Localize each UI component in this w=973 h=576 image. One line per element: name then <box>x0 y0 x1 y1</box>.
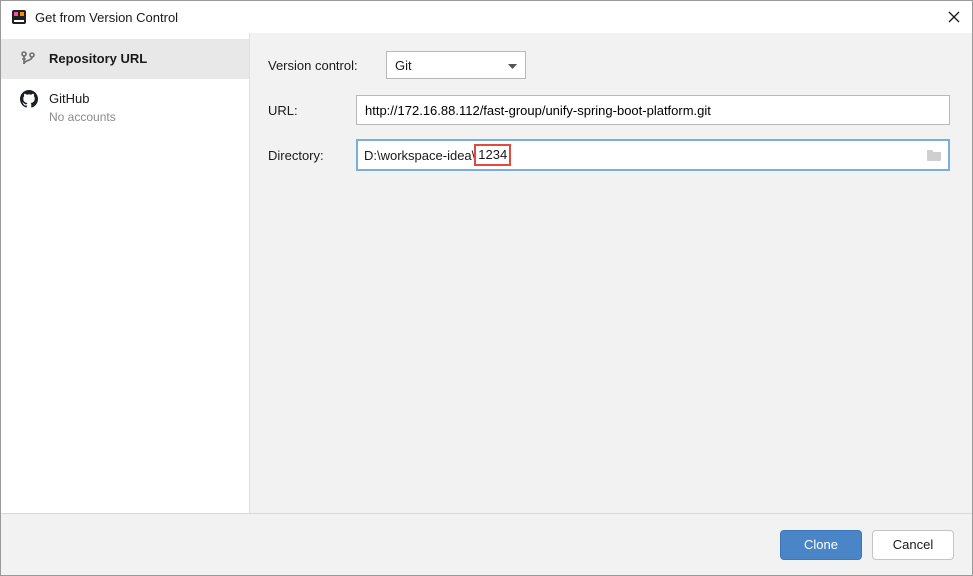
row-url: URL: <box>268 95 950 125</box>
branch-icon <box>19 49 39 69</box>
sidebar-item-label: GitHub <box>49 89 116 106</box>
sidebar-item-sublabel: No accounts <box>49 110 116 124</box>
clone-button[interactable]: Clone <box>780 530 862 560</box>
url-label: URL: <box>268 103 356 118</box>
browse-button[interactable] <box>920 141 948 169</box>
close-button[interactable] <box>946 9 962 25</box>
window-title: Get from Version Control <box>35 10 946 25</box>
directory-prefix: D:\workspace-idea\ <box>364 148 475 163</box>
sidebar-item-repository-url[interactable]: Repository URL <box>1 39 249 79</box>
chevron-down-icon <box>508 58 517 73</box>
row-version-control: Version control: Git <box>268 51 950 79</box>
sidebar-item-label: Repository URL <box>49 49 147 66</box>
folder-icon <box>926 148 942 162</box>
directory-highlight: 1234 <box>474 144 511 166</box>
sidebar: Repository URL GitHub No accounts <box>1 33 250 513</box>
row-directory: Directory: D:\workspace-idea\1234 <box>268 139 950 171</box>
cancel-button[interactable]: Cancel <box>872 530 954 560</box>
footer: Clone Cancel <box>1 513 972 575</box>
directory-label: Directory: <box>268 148 356 163</box>
app-icon <box>11 9 27 25</box>
main-area: Repository URL GitHub No accounts Versio… <box>1 33 972 513</box>
titlebar: Get from Version Control <box>1 1 972 33</box>
version-control-value: Git <box>395 58 508 73</box>
version-control-select[interactable]: Git <box>386 51 526 79</box>
content-panel: Version control: Git URL: Directory: D:\… <box>250 33 972 513</box>
directory-input[interactable]: D:\workspace-idea\1234 <box>356 139 950 171</box>
close-icon <box>948 11 960 23</box>
version-control-label: Version control: <box>268 58 386 73</box>
url-input[interactable] <box>356 95 950 125</box>
github-icon <box>19 89 39 109</box>
sidebar-item-github[interactable]: GitHub No accounts <box>1 79 249 134</box>
